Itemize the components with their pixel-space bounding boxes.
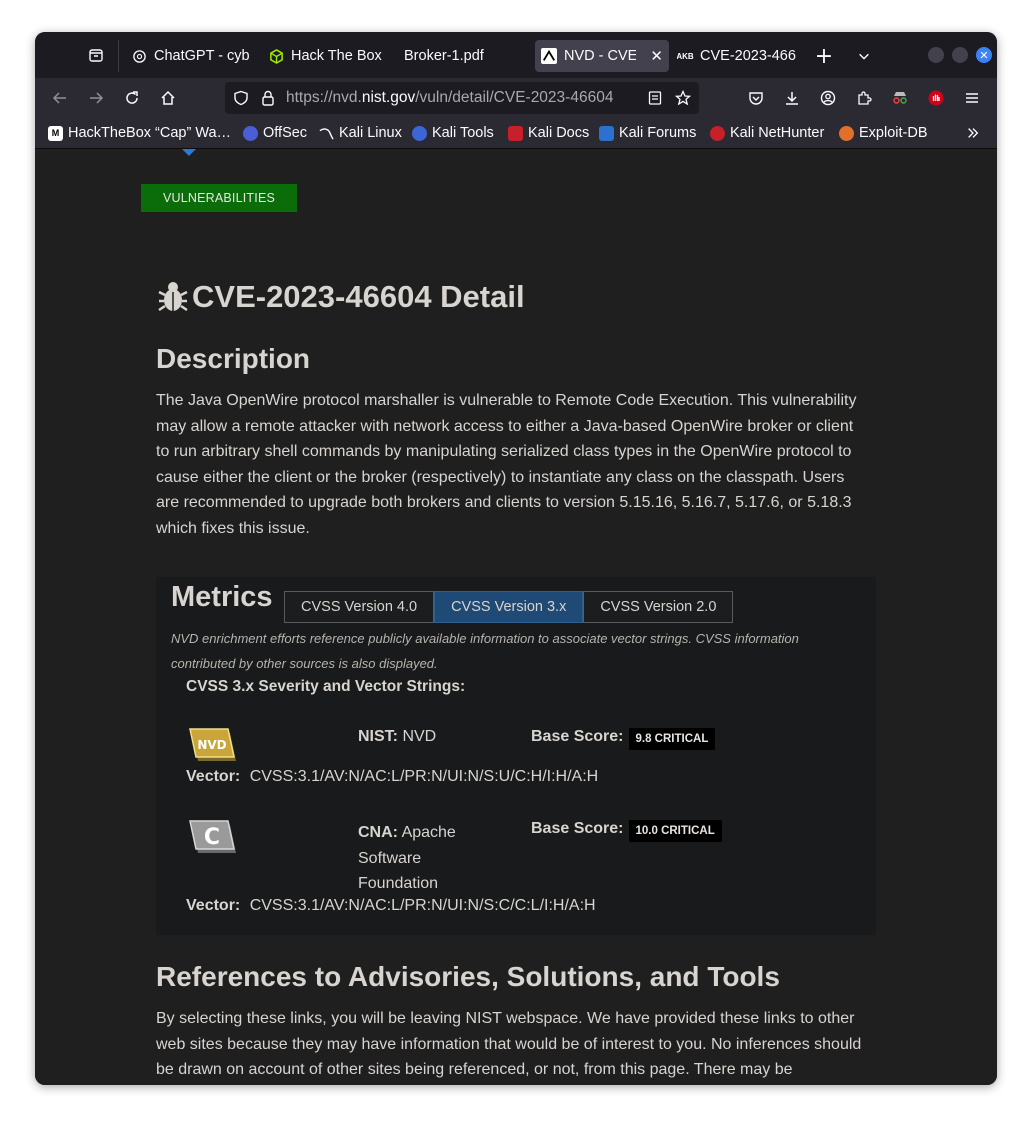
bookmark-label: Kali NetHunter	[730, 125, 825, 141]
cna-logo-icon: C	[188, 817, 238, 864]
downloads-icon[interactable]	[780, 86, 804, 110]
tab-broker-pdf[interactable]: Broker-1.pdf	[404, 40, 544, 72]
metrics-heading: Metrics	[171, 581, 273, 613]
exploit-db-icon	[839, 125, 854, 141]
forward-icon[interactable]	[84, 86, 108, 110]
new-tab-icon[interactable]: +	[812, 44, 836, 69]
tab-chatgpt[interactable]: ChatGPT - cyb	[131, 40, 249, 72]
maximize-button[interactable]	[952, 47, 968, 63]
bug-icon	[156, 280, 190, 314]
bookmark-kali-linux[interactable]: Kali Linux	[319, 123, 402, 143]
bookmark-kali-tools[interactable]: Kali Tools	[412, 123, 494, 143]
tab-groups-icon[interactable]	[84, 43, 108, 67]
tab-bar: ChatGPT - cyb Hack The Box : Broker-1.pd…	[35, 32, 997, 78]
cna-source: CNA: Apache Software Foundation	[358, 824, 456, 892]
bookmark-kali-forums[interactable]: Kali Forums	[599, 123, 696, 143]
tab-separator	[118, 40, 119, 72]
bookmark-label: Kali Forums	[619, 125, 697, 141]
cna-base-score: Base Score: 10.0 CRITICAL	[531, 820, 722, 842]
tab-label: CVE-2023-466	[700, 48, 796, 64]
home-icon[interactable]	[156, 86, 180, 110]
bookmark-label: Kali Linux	[339, 125, 402, 141]
bookmark-htb-cap[interactable]: M HackTheBox “Cap” Wa…	[48, 123, 231, 143]
back-icon[interactable]	[48, 86, 72, 110]
extensions-icon[interactable]	[852, 86, 876, 110]
vulnerabilities-button[interactable]: VULNERABILITIES	[141, 184, 297, 212]
tab-label: NVD - CVE-	[564, 48, 636, 64]
tab-hackthebox[interactable]: Hack The Box :	[268, 40, 386, 72]
nist-base-score: Base Score: 9.8 CRITICAL	[531, 728, 716, 750]
offsec-icon	[243, 125, 258, 141]
hackthebox-icon	[268, 48, 284, 64]
tracking-protection-icon[interactable]	[229, 86, 253, 110]
nvd-logo-icon: NVD	[188, 725, 238, 772]
references-heading: References to Advisories, Solutions, and…	[156, 961, 780, 992]
reload-icon[interactable]	[120, 86, 144, 110]
description-heading: Description	[156, 343, 311, 374]
nvd-icon	[541, 48, 557, 64]
enrichment-note: NVD enrichment efforts reference publicl…	[171, 631, 799, 671]
tab-cvss-3[interactable]: CVSS Version 3.x	[434, 591, 584, 623]
kali-forums-icon	[599, 125, 614, 141]
bookmark-label: Kali Tools	[432, 125, 494, 141]
list-all-tabs-icon[interactable]	[852, 44, 876, 68]
description-text: The Java OpenWire protocol marshaller is…	[156, 392, 857, 537]
nist-source: NIST: NVD	[358, 728, 437, 745]
more-bookmarks-icon[interactable]	[966, 123, 980, 143]
medium-icon: M	[48, 125, 63, 141]
tab-label: Broker-1.pdf	[404, 48, 484, 64]
menu-icon[interactable]	[960, 86, 984, 110]
tab-cvss-4[interactable]: CVSS Version 4.0	[284, 591, 435, 623]
bookmark-label: Kali Docs	[528, 125, 590, 141]
cvss-version-tabs: CVSS Version 4.0 CVSS Version 3.x CVSS V…	[284, 591, 734, 623]
severity-badge[interactable]: 9.8 CRITICAL	[628, 728, 716, 750]
page-content: VULNERABILITIES CVE-2023-46604 Detail De…	[35, 149, 997, 1085]
bookmark-kali-nethunter[interactable]: Kali NetHunter	[710, 123, 824, 143]
browser-window: ChatGPT - cyb Hack The Box : Broker-1.pd…	[35, 32, 997, 1085]
severity-badge[interactable]: 10.0 CRITICAL	[628, 820, 722, 842]
cna-vector: Vector: CVSS:3.1/AV:N/AC:L/PR:N/UI:N/S:C…	[186, 897, 596, 914]
url-text[interactable]: https://nvd.nist.gov/vuln/detail/CVE-202…	[286, 89, 613, 107]
bookmark-label: HackTheBox “Cap” Wa…	[68, 125, 232, 141]
severity-subheading: CVSS 3.x Severity and Vector Strings:	[186, 678, 466, 695]
bookmark-kali-docs[interactable]: Kali Docs	[508, 123, 589, 143]
akb-icon: AKB	[677, 51, 694, 61]
bookmark-label: Exploit-DB	[859, 125, 928, 141]
reader-view-icon[interactable]	[643, 86, 667, 110]
svg-text:NVD: NVD	[197, 738, 226, 752]
minimize-button[interactable]	[928, 47, 944, 63]
ublock-icon[interactable]	[924, 86, 948, 110]
tab-label: Hack The Box :	[291, 48, 386, 64]
tab-cvss-2[interactable]: CVSS Version 2.0	[583, 591, 734, 623]
bookmark-exploit-db[interactable]: Exploit-DB	[839, 123, 928, 143]
url-bar[interactable]: https://nvd.nist.gov/vuln/detail/CVE-202…	[225, 82, 699, 114]
close-window-button[interactable]: ✕	[976, 47, 992, 63]
lock-icon[interactable]	[256, 86, 280, 110]
account-icon[interactable]	[816, 86, 840, 110]
incognito-extension-icon[interactable]	[888, 86, 912, 110]
kali-icon	[319, 126, 334, 141]
chatgpt-icon	[131, 48, 147, 64]
kali-docs-icon	[508, 125, 523, 141]
svg-text:C: C	[204, 825, 220, 850]
bookmark-offsec[interactable]: OffSec	[243, 123, 307, 143]
navigation-toolbar: https://nvd.nist.gov/vuln/detail/CVE-202…	[35, 78, 997, 118]
kali-tools-icon	[412, 125, 427, 141]
bookmark-star-icon[interactable]	[671, 86, 695, 110]
tab-cve-exploit[interactable]: AKB CVE-2023-466	[677, 40, 797, 72]
page-title-text: CVE-2023-46604 Detail	[192, 279, 525, 314]
metrics-panel: Metrics CVSS Version 4.0 CVSS Version 3.…	[156, 577, 876, 935]
tab-nvd[interactable]: NVD - CVE- ✕	[535, 40, 669, 72]
references-text: By selecting these links, you will be le…	[156, 1010, 862, 1078]
bookmark-label: OffSec	[263, 125, 308, 141]
tab-label: ChatGPT - cyb	[154, 48, 249, 64]
bookmarks-toolbar: M HackTheBox “Cap” Wa… OffSec Kali Linux…	[35, 118, 997, 149]
pocket-icon[interactable]	[744, 86, 768, 110]
kali-nethunter-icon	[710, 125, 725, 141]
nist-vector: Vector: CVSS:3.1/AV:N/AC:L/PR:N/UI:N/S:U…	[186, 768, 599, 785]
close-icon[interactable]: ✕	[650, 47, 663, 65]
menu-caret-icon	[182, 149, 196, 156]
page-title: CVE-2023-46604 Detail	[156, 279, 525, 315]
